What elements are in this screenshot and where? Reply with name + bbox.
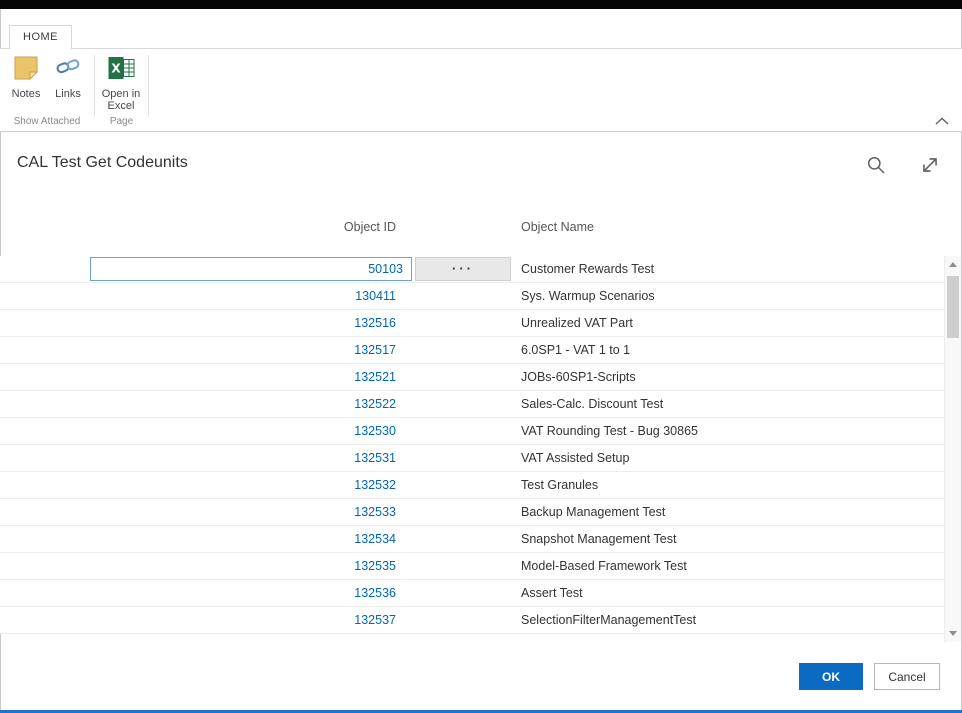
object-id-link[interactable]: 132517: [0, 337, 396, 363]
object-id-input[interactable]: [90, 257, 412, 281]
table-row[interactable]: 132536 Assert Test: [0, 580, 944, 607]
object-name-cell[interactable]: Test Granules: [521, 472, 598, 498]
table-row[interactable]: 132530 VAT Rounding Test - Bug 30865: [0, 418, 944, 445]
table-row[interactable]: 132517 6.0SP1 - VAT 1 to 1: [0, 337, 944, 364]
object-id-link[interactable]: 132533: [0, 499, 396, 525]
group-label-page: Page: [95, 116, 148, 127]
scroll-down-icon[interactable]: [945, 625, 961, 642]
table-row[interactable]: 132533 Backup Management Test: [0, 499, 944, 526]
page-title: CAL Test Get Codeunits: [17, 154, 188, 172]
object-id-link[interactable]: 132535: [0, 553, 396, 579]
object-id-link[interactable]: 132531: [0, 445, 396, 471]
search-icon[interactable]: [866, 155, 886, 175]
table-row[interactable]: 132522 Sales-Calc. Discount Test: [0, 391, 944, 418]
column-header-object-id[interactable]: Object ID: [196, 220, 396, 234]
excel-icon: X: [97, 55, 145, 84]
scrollbar-thumb[interactable]: [947, 276, 959, 338]
ok-button[interactable]: OK: [799, 663, 863, 690]
object-id-link[interactable]: 132537: [0, 607, 396, 633]
object-name-cell[interactable]: VAT Rounding Test - Bug 30865: [521, 418, 698, 444]
collapse-ribbon-button[interactable]: [934, 113, 952, 125]
notes-button[interactable]: Notes: [6, 55, 46, 100]
object-id-link[interactable]: 132521: [0, 364, 396, 390]
dialog-window: HOME Notes Links: [0, 0, 962, 713]
table-row[interactable]: 132532 Test Granules: [0, 472, 944, 499]
group-label-show-attached: Show Attached: [0, 116, 94, 127]
object-name-cell[interactable]: Customer Rewards Test: [521, 256, 654, 282]
table-row[interactable]: 132534 Snapshot Management Test: [0, 526, 944, 553]
object-id-link[interactable]: 132536: [0, 580, 396, 606]
scroll-up-icon[interactable]: [945, 256, 961, 273]
object-name-cell[interactable]: Snapshot Management Test: [521, 526, 676, 552]
object-name-cell[interactable]: Model-Based Framework Test: [521, 553, 687, 579]
object-name-cell[interactable]: 6.0SP1 - VAT 1 to 1: [521, 337, 630, 363]
ribbon-group-divider: [94, 55, 95, 117]
column-header-object-name[interactable]: Object Name: [521, 220, 594, 234]
object-name-cell[interactable]: Unrealized VAT Part: [521, 310, 633, 336]
tab-home[interactable]: HOME: [9, 25, 72, 49]
object-name-cell[interactable]: JOBs-60SP1-Scripts: [521, 364, 636, 390]
table-row[interactable]: 132531 VAT Assisted Setup: [0, 445, 944, 472]
object-name-cell[interactable]: Assert Test: [521, 580, 583, 606]
chain-link-icon: [48, 55, 88, 84]
object-id-link[interactable]: 132534: [0, 526, 396, 552]
ribbon: Notes Links X Open in Excel: [0, 48, 962, 132]
table-row[interactable]: 132521 JOBs-60SP1-Scripts: [0, 364, 944, 391]
links-label: Links: [55, 88, 81, 100]
table-row[interactable]: 132516 Unrealized VAT Part: [0, 310, 944, 337]
object-id-link[interactable]: 132516: [0, 310, 396, 336]
notes-label: Notes: [12, 88, 41, 100]
table-row[interactable]: 130411 Sys. Warmup Scenarios: [0, 283, 944, 310]
table-row[interactable]: 132535 Model-Based Framework Test: [0, 553, 944, 580]
object-name-cell[interactable]: VAT Assisted Setup: [521, 445, 629, 471]
vertical-scrollbar[interactable]: [944, 256, 961, 642]
ribbon-group-divider: [148, 55, 149, 117]
cancel-button[interactable]: Cancel: [874, 663, 940, 690]
svg-text:X: X: [111, 62, 121, 76]
object-id-link[interactable]: 132532: [0, 472, 396, 498]
assist-edit-button[interactable]: ···: [415, 257, 511, 281]
object-name-cell[interactable]: Sales-Calc. Discount Test: [521, 391, 663, 417]
links-button[interactable]: Links: [48, 55, 88, 100]
object-id-link[interactable]: 132530: [0, 418, 396, 444]
table-row[interactable]: 132537 SelectionFilterManagementTest: [0, 607, 944, 634]
object-id-link[interactable]: 132522: [0, 391, 396, 417]
title-bar: [0, 0, 962, 9]
sticky-note-icon: [6, 55, 46, 84]
object-name-cell[interactable]: Sys. Warmup Scenarios: [521, 283, 655, 309]
table-row[interactable]: ··· Customer Rewards Test: [0, 256, 944, 283]
open-in-excel-label: Open in Excel: [102, 88, 141, 112]
object-id-link[interactable]: 130411: [0, 283, 396, 309]
object-name-cell[interactable]: Backup Management Test: [521, 499, 665, 525]
expand-window-icon[interactable]: [919, 154, 941, 176]
open-in-excel-button[interactable]: X Open in Excel: [97, 55, 145, 112]
table-body: ··· Customer Rewards Test 130411 Sys. Wa…: [0, 256, 944, 638]
object-name-cell[interactable]: SelectionFilterManagementTest: [521, 607, 696, 633]
